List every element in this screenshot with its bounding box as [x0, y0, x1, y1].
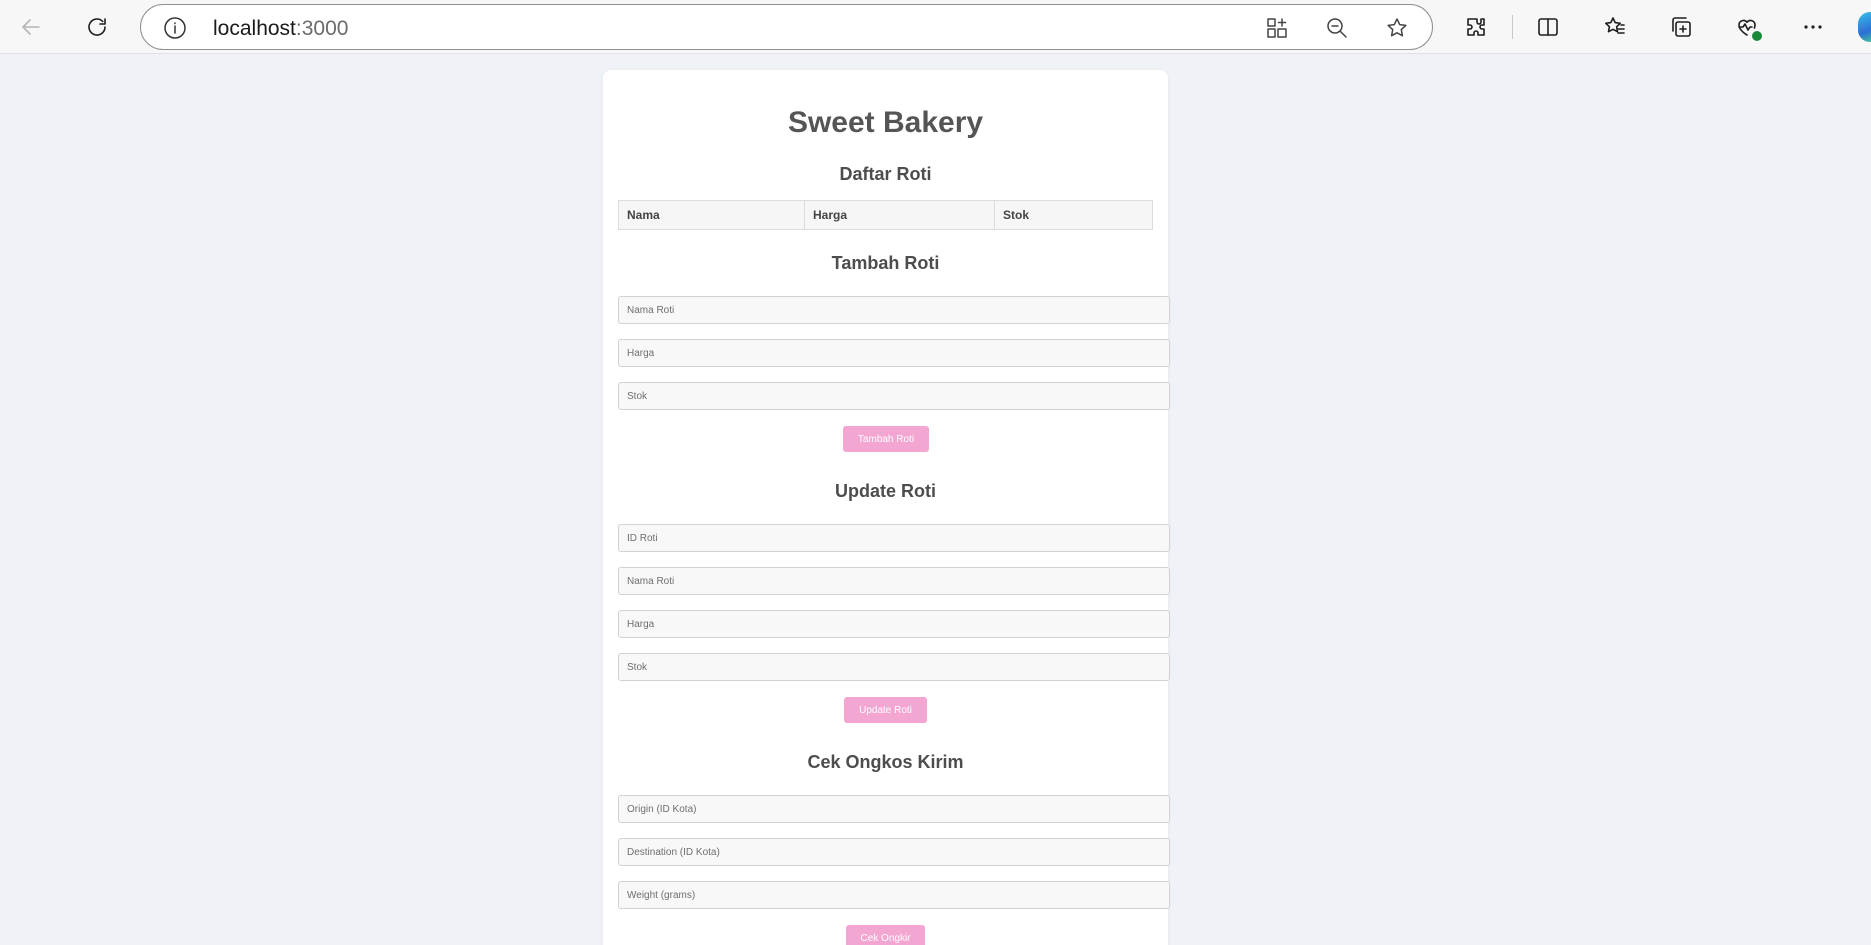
- table-header-row: Nama Harga Stok: [618, 200, 1153, 230]
- extensions-icon[interactable]: [1457, 8, 1495, 46]
- update-id-input[interactable]: ID Roti: [618, 524, 1170, 552]
- url-port: :3000: [295, 17, 349, 40]
- address-bar[interactable]: localhost:3000: [140, 4, 1433, 50]
- more-menu-icon[interactable]: [1794, 8, 1832, 46]
- favorite-star-icon[interactable]: [1383, 14, 1411, 42]
- refresh-icon[interactable]: [78, 8, 116, 46]
- column-header-harga: Harga: [804, 200, 995, 230]
- collections-icon[interactable]: [1662, 8, 1700, 46]
- column-header-nama: Nama: [618, 200, 805, 230]
- update-bread-button[interactable]: Update Roti: [844, 697, 927, 723]
- shipping-heading: Cek Ongkos Kirim: [807, 752, 964, 772]
- update-stock-input[interactable]: Stok: [618, 653, 1170, 681]
- update-heading: Update Roti: [835, 481, 936, 501]
- weight-input[interactable]: Weight (grams): [618, 881, 1170, 909]
- origin-city-input[interactable]: Origin (ID Kota): [618, 795, 1170, 823]
- browser-essentials-icon[interactable]: [1728, 8, 1766, 46]
- site-info-icon[interactable]: [163, 16, 187, 40]
- page-title: Sweet Bakery: [787, 106, 984, 139]
- copilot-icon[interactable]: [1858, 12, 1871, 42]
- split-screen-icon[interactable]: [1529, 8, 1567, 46]
- add-bread-button[interactable]: Tambah Roti: [843, 426, 929, 452]
- add-price-input[interactable]: Harga: [618, 339, 1170, 367]
- update-name-input[interactable]: Nama Roti: [618, 567, 1170, 595]
- url-text[interactable]: localhost:3000: [213, 17, 348, 41]
- column-header-stok: Stok: [994, 200, 1153, 230]
- add-name-input[interactable]: Nama Roti: [618, 296, 1170, 324]
- toolbar-divider: [1512, 15, 1513, 39]
- bread-table: Nama Harga Stok: [618, 200, 1153, 230]
- update-price-input[interactable]: Harga: [618, 610, 1170, 638]
- status-check-badge: [1751, 30, 1763, 42]
- favorites-icon[interactable]: [1596, 8, 1634, 46]
- add-heading: Tambah Roti: [831, 253, 940, 273]
- list-heading: Daftar Roti: [839, 164, 932, 184]
- zoom-out-icon[interactable]: [1323, 14, 1351, 42]
- browser-toolbar: localhost:3000: [0, 0, 1871, 54]
- add-stock-input[interactable]: Stok: [618, 382, 1170, 410]
- app-available-icon[interactable]: [1263, 14, 1291, 42]
- destination-city-input[interactable]: Destination (ID Kota): [618, 838, 1170, 866]
- bakery-card: Sweet Bakery Daftar Roti Nama Harga Stok…: [603, 70, 1170, 945]
- url-host: localhost: [213, 17, 296, 40]
- back-icon[interactable]: [12, 8, 50, 46]
- check-shipping-button[interactable]: Cek Ongkir: [846, 925, 925, 945]
